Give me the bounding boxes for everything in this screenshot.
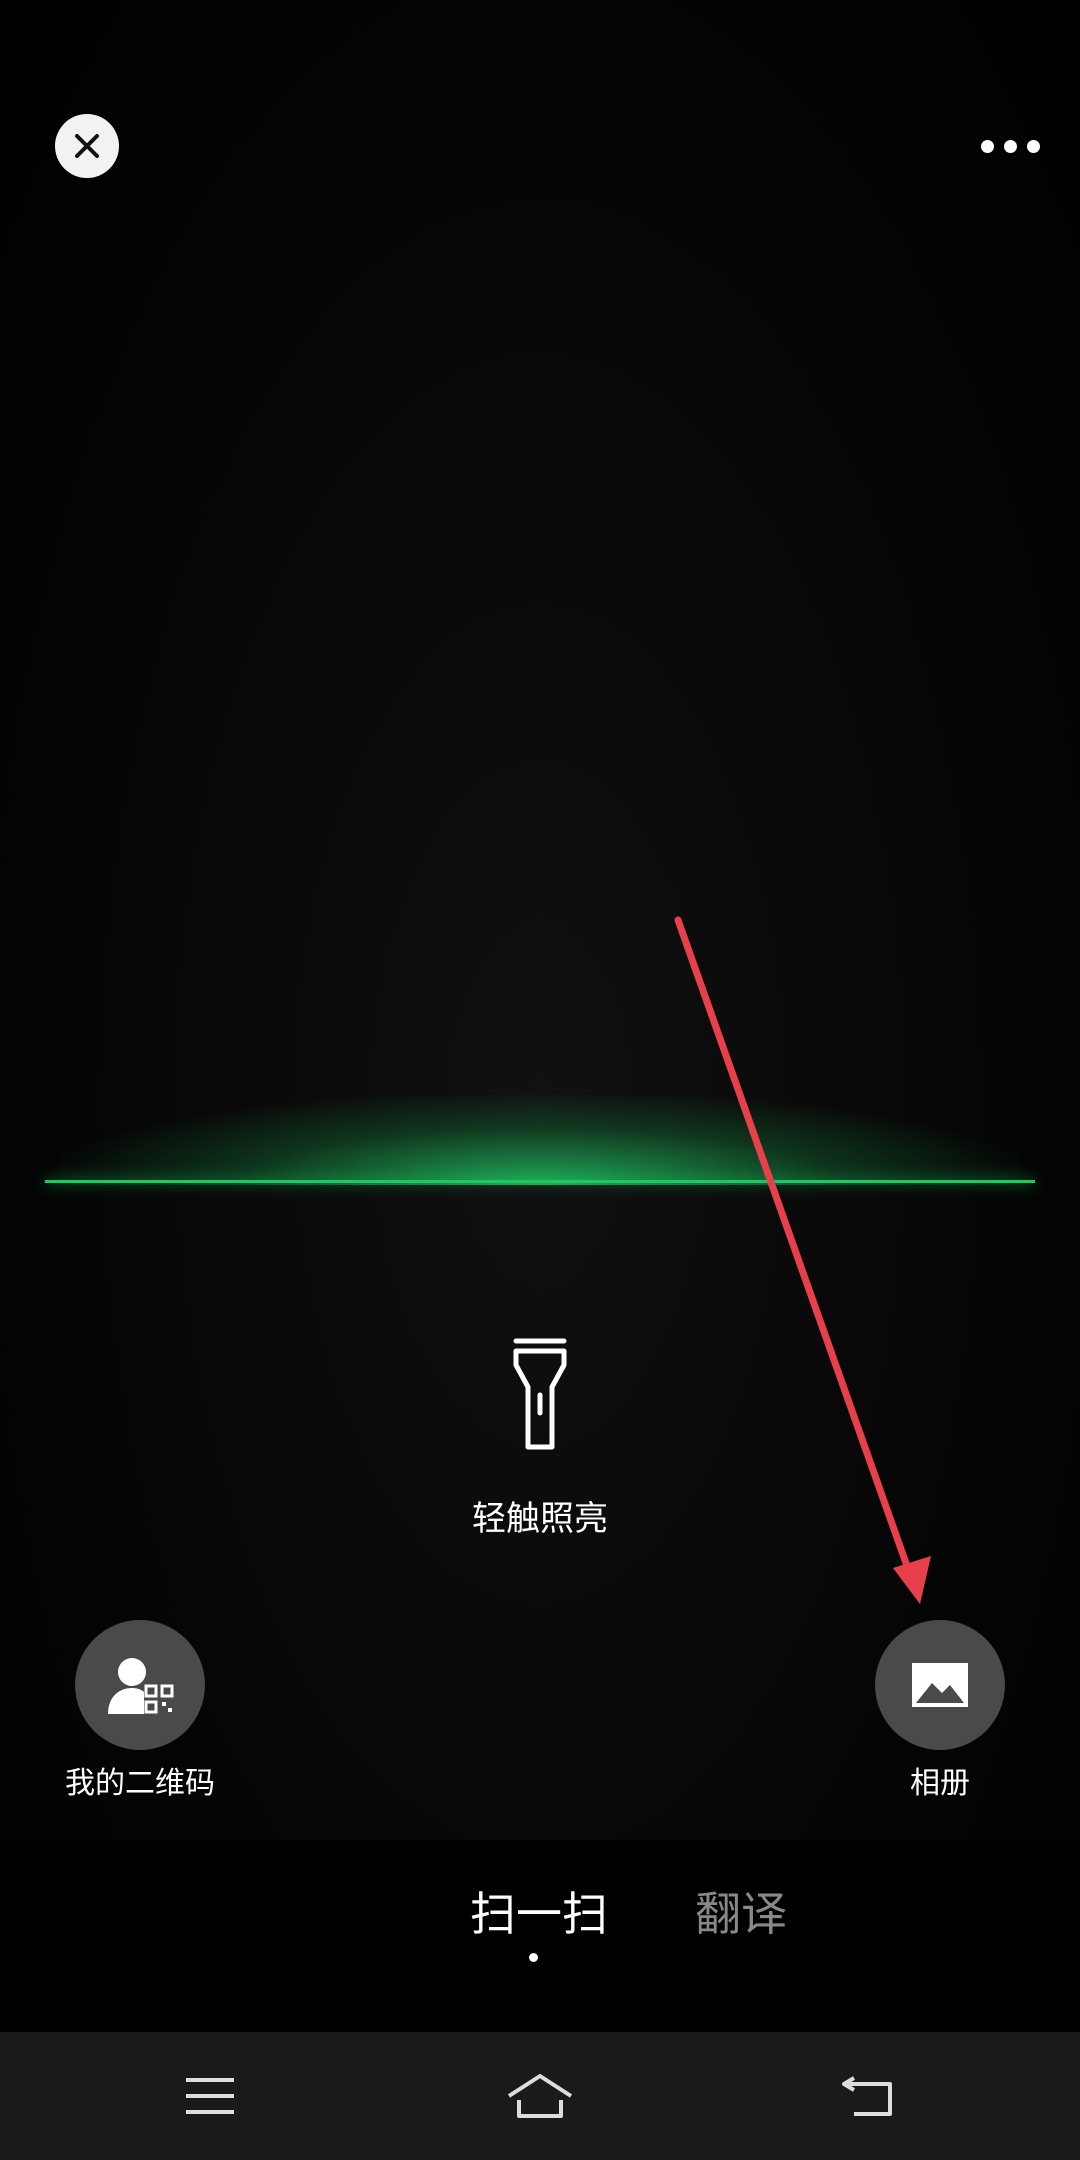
nav-back-button[interactable]: [828, 2064, 908, 2128]
tab-translate[interactable]: 翻译: [695, 1878, 787, 1944]
mode-tabs: 扫一扫 翻译: [0, 1870, 1080, 1950]
more-icon-dot: [1026, 139, 1040, 153]
album-button[interactable]: 相册: [840, 1620, 1040, 1802]
home-icon: [507, 2074, 573, 2118]
tab-scan[interactable]: 扫一扫: [470, 1878, 608, 1944]
close-icon: [75, 134, 99, 158]
image-icon: [912, 1663, 968, 1707]
scan-viewfinder: [0, 0, 1080, 1840]
my-qr-code-label: 我的二维码: [65, 1766, 215, 1801]
my-qr-code-button[interactable]: 我的二维码: [40, 1620, 240, 1802]
scan-line-glow: [60, 1095, 1020, 1185]
flashlight-toggle[interactable]: 轻触照亮: [440, 1335, 640, 1545]
nav-home-button[interactable]: [500, 2064, 580, 2128]
more-icon: [980, 139, 994, 153]
my-qr-code-circle[interactable]: [75, 1620, 205, 1750]
more-icon-dot: [1003, 139, 1017, 153]
person-qr-icon: [108, 1658, 174, 1714]
nav-menu-button[interactable]: [170, 2064, 250, 2128]
active-tab-indicator: [529, 1953, 538, 1962]
menu-icon: [186, 2078, 234, 2114]
flashlight-icon: [513, 1338, 567, 1450]
flashlight-label: 轻触照亮: [472, 1499, 608, 1539]
back-icon: [842, 2076, 892, 2116]
more-button[interactable]: [955, 126, 1065, 166]
close-button[interactable]: [55, 114, 119, 178]
system-nav-bar: [0, 2032, 1080, 2160]
album-circle[interactable]: [875, 1620, 1005, 1750]
scan-line: [45, 1180, 1035, 1183]
album-label: 相册: [910, 1766, 970, 1801]
